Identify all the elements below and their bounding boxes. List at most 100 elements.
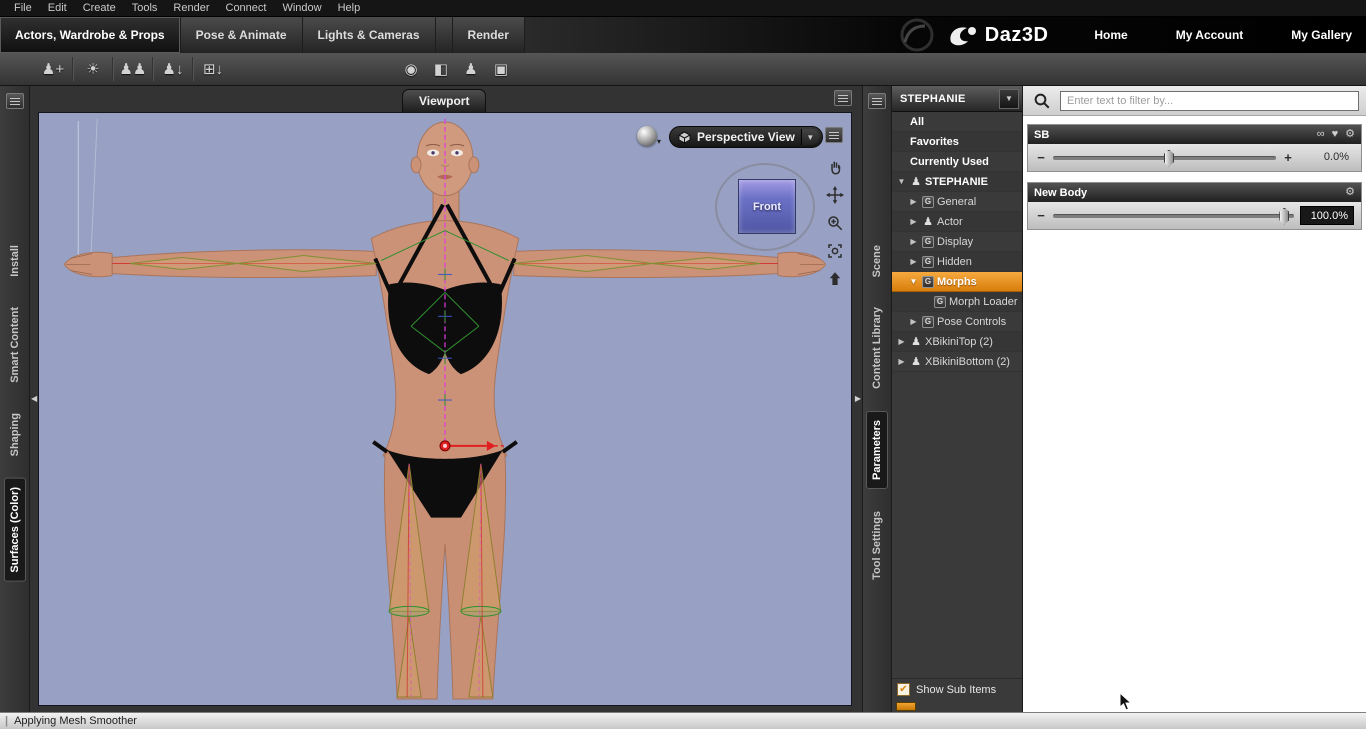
create-light-icon[interactable]: ☀ <box>78 56 108 82</box>
right-tab-tool-settings[interactable]: Tool Settings <box>867 503 887 588</box>
param-row-currently-used[interactable]: Currently Used <box>892 152 1022 172</box>
param-row-favorites[interactable]: Favorites <box>892 132 1022 152</box>
menu-connect[interactable]: Connect <box>218 1 275 15</box>
view-selector[interactable]: Perspective View ▼ <box>669 126 823 148</box>
sb-slider-track[interactable] <box>1053 149 1276 167</box>
menu-tools[interactable]: Tools <box>124 1 166 15</box>
expand-right-icon[interactable]: ▶ <box>908 217 919 226</box>
left-tab-install[interactable]: Install <box>5 237 25 285</box>
slider-decrement-button[interactable]: − <box>1035 151 1047 164</box>
expand-right-icon[interactable]: ▶ <box>896 337 907 346</box>
slider-increment-button[interactable]: + <box>1282 151 1294 164</box>
menu-window[interactable]: Window <box>274 1 329 15</box>
slider-decrement-button[interactable]: − <box>1035 209 1047 222</box>
clipped-orange-widget <box>896 702 916 711</box>
right-tab-scene[interactable]: Scene <box>867 237 887 285</box>
zoom-tool-icon[interactable] <box>823 211 847 234</box>
tab-actors-wardrobe-props[interactable]: Actors, Wardrobe & Props <box>0 17 181 53</box>
param-row-all[interactable]: All <box>892 112 1022 132</box>
search-icon[interactable] <box>1030 91 1054 111</box>
new-body-slider-track[interactable] <box>1053 207 1294 225</box>
export-grid-icon[interactable]: ⊞↓ <box>198 56 228 82</box>
nav-home[interactable]: Home <box>1094 28 1127 42</box>
left-tab-surfaces-color[interactable]: Surfaces (Color) <box>3 477 26 582</box>
heart-icon[interactable]: ♥ <box>1332 129 1339 140</box>
param-row-pose-controls[interactable]: ▶ G Pose Controls <box>892 312 1022 332</box>
new-body-slider-value[interactable]: 100.0% <box>1300 206 1354 225</box>
param-row-xbikinibottom-2[interactable]: ▶ ♟ XBikiniBottom (2) <box>892 352 1022 372</box>
collapse-right-handle[interactable]: ▶ <box>855 394 861 403</box>
nav-my-gallery[interactable]: My Gallery <box>1291 28 1352 42</box>
viewport-camera-tools <box>823 155 847 290</box>
statusbar: | Applying Mesh Smoother <box>0 712 1366 729</box>
camera-frame-tool-icon[interactable]: ▣ <box>486 56 516 82</box>
param-row-morphs[interactable]: ▼ G Morphs <box>892 272 1022 292</box>
right-tab-parameters[interactable]: Parameters <box>866 411 888 490</box>
sb-slider-value[interactable]: 0.0% <box>1300 148 1354 167</box>
collapse-left-handle[interactable]: ◀ <box>31 394 37 403</box>
expand-right-icon[interactable]: ▶ <box>908 197 919 206</box>
draw-style-dropdown-icon[interactable]: ▾ <box>657 137 661 146</box>
expand-right-icon[interactable]: ▶ <box>908 317 919 326</box>
menu-help[interactable]: Help <box>330 1 369 15</box>
reset-view-up-icon[interactable] <box>823 267 847 290</box>
create-figure-icon[interactable]: ♟+ <box>38 56 68 82</box>
gear-icon[interactable]: ⚙ <box>1345 129 1355 140</box>
right-pane-options-icon[interactable] <box>868 93 886 109</box>
parameters-scope-dropdown-icon[interactable]: ▼ <box>999 88 1019 109</box>
import-figure-icon[interactable]: ♟↓ <box>158 56 188 82</box>
view-cube-front-face[interactable]: Front <box>738 179 796 234</box>
param-label: Favorites <box>910 135 959 148</box>
view-selector-dropdown-icon[interactable]: ▼ <box>800 129 819 145</box>
viewport-tab[interactable]: Viewport <box>402 89 487 112</box>
right-tab-content-library[interactable]: Content Library <box>867 299 887 397</box>
move-tool-icon[interactable] <box>823 183 847 206</box>
left-dock-tabs: Install Smart Content Shaping Surfaces (Col… <box>3 237 26 582</box>
viewport-canvas[interactable]: ▾ Perspective View ▼ Front <box>38 112 852 706</box>
tab-lights-cameras[interactable]: Lights & Cameras <box>303 17 436 53</box>
orbit-camera-tool-icon[interactable]: ◉ <box>396 56 426 82</box>
link-icon[interactable]: ∞ <box>1317 129 1325 140</box>
tab-pose-animate[interactable]: Pose & Animate <box>181 17 303 53</box>
viewport-options-icon[interactable] <box>825 127 843 143</box>
toolbar-viewport-tools-group: ◉ ◧ ♟ ▣ <box>396 56 516 82</box>
expand-down-icon[interactable]: ▼ <box>908 277 919 286</box>
menu-file[interactable]: File <box>6 1 40 15</box>
view-cube[interactable]: Front <box>715 163 815 251</box>
show-sub-items-checkbox[interactable]: ✔ <box>897 683 910 696</box>
param-row-actor[interactable]: ▶ ♟ Actor <box>892 212 1022 232</box>
sb-slider-handle[interactable] <box>1163 149 1174 167</box>
left-pane-options-icon[interactable] <box>5 93 24 109</box>
expand-right-icon[interactable]: ▶ <box>896 357 907 366</box>
expand-down-icon[interactable]: ▼ <box>896 177 907 186</box>
toolbar-separator <box>72 57 74 81</box>
new-body-slider-handle[interactable] <box>1279 207 1290 225</box>
duplicate-figures-icon[interactable]: ♟♟ <box>118 56 148 82</box>
show-sub-items-row[interactable]: ✔ Show Sub Items <box>892 678 1022 700</box>
nav-my-account[interactable]: My Account <box>1176 28 1244 42</box>
menu-render[interactable]: Render <box>165 1 217 15</box>
param-row-hidden[interactable]: ▶ G Hidden <box>892 252 1022 272</box>
node-select-tool-icon[interactable]: ♟ <box>456 56 486 82</box>
tab-render[interactable]: Render <box>451 17 525 53</box>
param-row-morph-loader[interactable]: G Morph Loader <box>892 292 1022 312</box>
menu-create[interactable]: Create <box>75 1 124 15</box>
viewport-pane-options-icon[interactable] <box>834 90 852 106</box>
pan-hand-tool-icon[interactable] <box>823 155 847 178</box>
param-row-xbikinitop-2[interactable]: ▶ ♟ XBikiniTop (2) <box>892 332 1022 352</box>
left-tab-shaping[interactable]: Shaping <box>5 405 25 464</box>
draw-style-sphere-icon[interactable] <box>637 126 657 146</box>
new-body-slider-row: − 100.0% <box>1028 202 1361 229</box>
menu-edit[interactable]: Edit <box>40 1 75 15</box>
rotate-cube-tool-icon[interactable]: ◧ <box>426 56 456 82</box>
filter-input[interactable] <box>1060 90 1359 111</box>
param-row-stephanie[interactable]: ▼ ♟ STEPHANIE <box>892 172 1022 192</box>
gear-icon[interactable]: ⚙ <box>1345 187 1355 198</box>
left-tab-smart-content[interactable]: Smart Content <box>5 299 25 391</box>
expand-right-icon[interactable]: ▶ <box>908 237 919 246</box>
param-row-display[interactable]: ▶ G Display <box>892 232 1022 252</box>
left-dock: Install Smart Content Shaping Surfaces (Col… <box>0 86 30 712</box>
param-row-general[interactable]: ▶ G General <box>892 192 1022 212</box>
expand-right-icon[interactable]: ▶ <box>908 257 919 266</box>
frame-zoom-tool-icon[interactable] <box>823 239 847 262</box>
